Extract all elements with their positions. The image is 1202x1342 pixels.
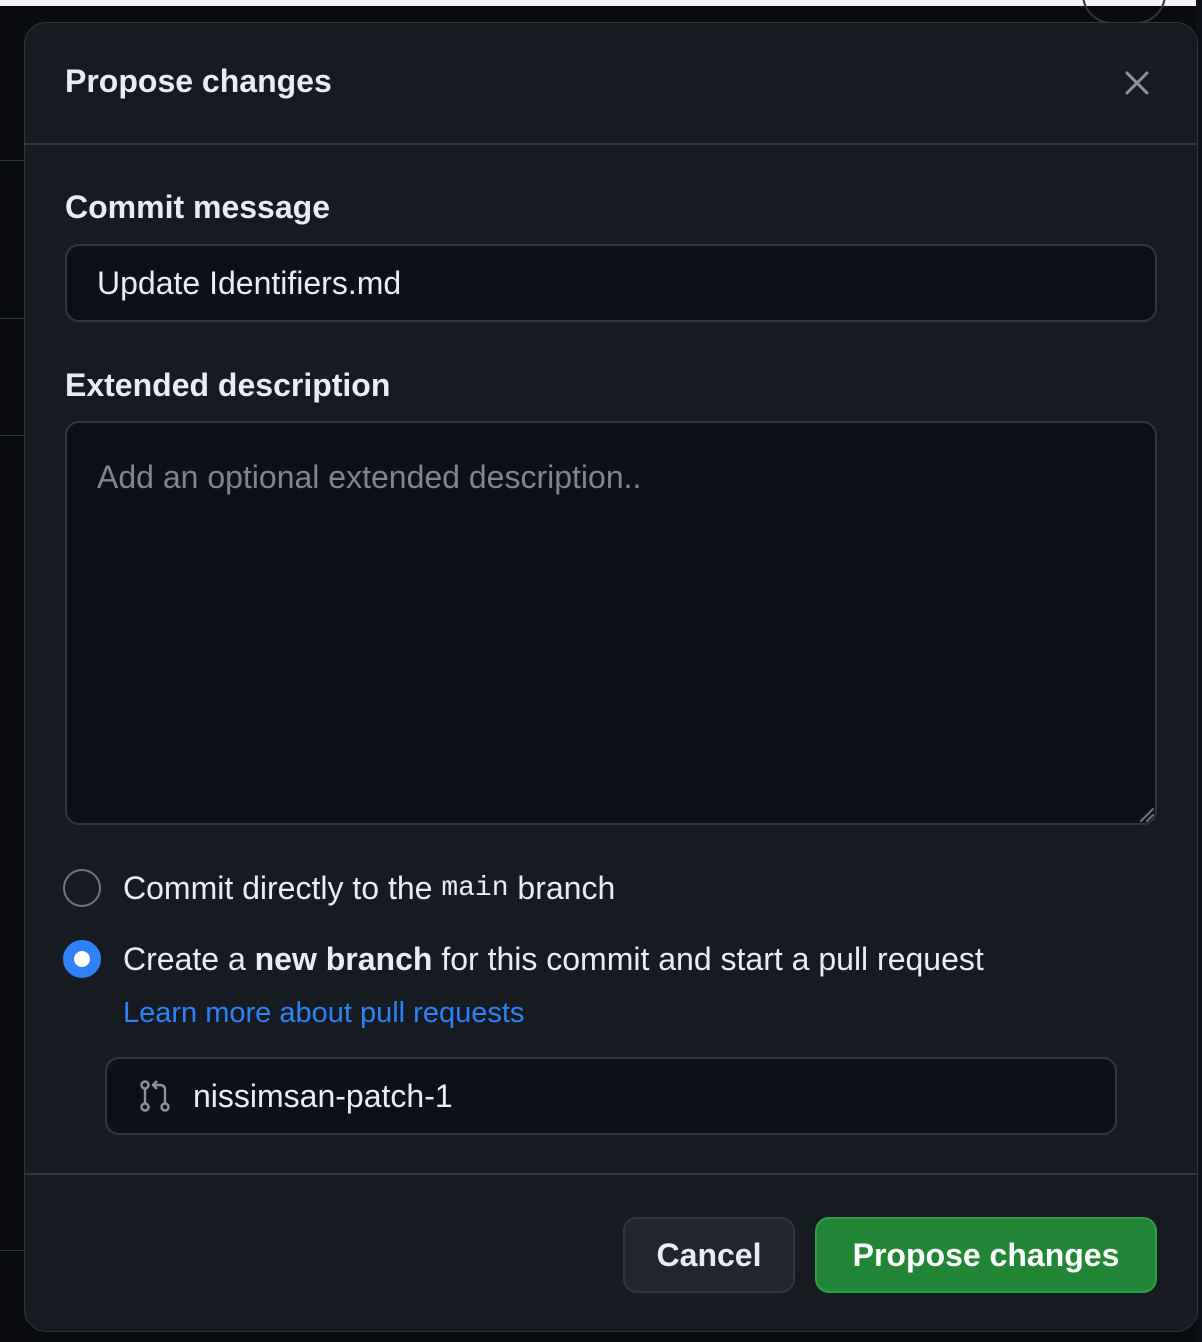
learn-more-link[interactable]: Learn more about pull requests [123, 997, 524, 1030]
dialog-header: Propose changes [25, 23, 1197, 145]
branch-name-code: main [441, 872, 509, 904]
dialog-title: Propose changes [65, 63, 332, 99]
propose-changes-button[interactable]: Propose changes [815, 1217, 1157, 1293]
new-branch-suffix: for this commit and start a pull request [432, 940, 984, 977]
commit-direct-option[interactable]: Commit directly to the main branch [63, 869, 615, 907]
extended-description-label: Extended description [65, 367, 391, 403]
new-branch-radio[interactable] [63, 940, 101, 978]
commit-direct-prefix: Commit directly to the [123, 869, 442, 906]
new-branch-prefix: Create a [123, 940, 255, 977]
propose-changes-dialog: Propose changes Commit message Extended … [24, 22, 1198, 1332]
cancel-button[interactable]: Cancel [623, 1217, 795, 1293]
branch-name-input[interactable]: nissimsan-patch-1 [105, 1057, 1117, 1135]
commit-direct-radio[interactable] [63, 869, 101, 907]
commit-message-label: Commit message [65, 189, 330, 225]
extended-description-textarea[interactable] [65, 421, 1157, 825]
close-button[interactable] [1117, 63, 1157, 103]
background-avatar [1082, 0, 1166, 24]
close-icon [1125, 71, 1149, 95]
commit-direct-suffix: branch [508, 869, 616, 906]
new-branch-emphasis: new branch [254, 940, 433, 977]
new-branch-option[interactable]: Create a new branch for this commit and … [63, 940, 984, 978]
resize-handle-icon[interactable] [1137, 805, 1155, 823]
dialog-footer: Cancel Propose changes [25, 1173, 1197, 1331]
background-strip [0, 0, 1202, 6]
commit-message-input[interactable] [65, 244, 1157, 322]
git-pull-request-icon [140, 1080, 170, 1112]
branch-name-value: nissimsan-patch-1 [193, 1077, 453, 1114]
